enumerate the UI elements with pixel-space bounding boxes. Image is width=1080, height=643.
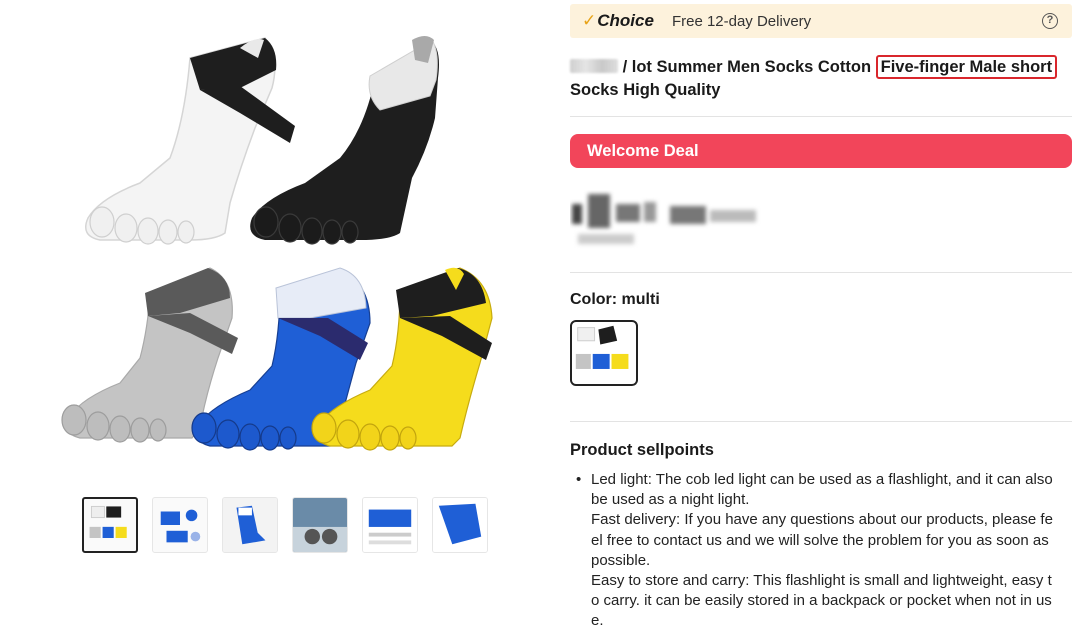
title-tail-text: Socks High Quality bbox=[570, 81, 721, 99]
question-circle-icon[interactable]: ? bbox=[1042, 13, 1058, 29]
divider bbox=[570, 116, 1072, 117]
black-sock-image bbox=[250, 36, 439, 245]
choice-badge: ✓ Choice bbox=[582, 11, 654, 31]
sellpoint-line: Led light: The cob led light can be used… bbox=[591, 471, 1053, 488]
sellpoint-line: possible. bbox=[591, 551, 651, 569]
title-highlight-box: Five-finger Male short bbox=[875, 55, 1058, 79]
divider bbox=[570, 272, 1072, 273]
sellpoint-line: el free to contact us and we will solve … bbox=[591, 531, 1049, 549]
sellpoints-title: Product sellpoints bbox=[570, 441, 714, 459]
sellpoints-item: Led light: The cob led light can be used… bbox=[576, 470, 1072, 632]
checkmark-icon: ✓ bbox=[582, 11, 597, 30]
divider bbox=[570, 421, 1072, 422]
choice-delivery-bar[interactable]: ✓ Choice Free 12-day Delivery ? bbox=[570, 4, 1072, 38]
blurred-price bbox=[572, 194, 756, 244]
thumbnail-strip bbox=[82, 497, 488, 553]
sellpoint-line: be used as a night light. bbox=[591, 491, 750, 509]
thumbnail-4[interactable] bbox=[292, 497, 348, 553]
color-label: Color: multi bbox=[570, 291, 660, 308]
main-product-image[interactable] bbox=[40, 18, 520, 478]
delivery-text: Free 12-day Delivery bbox=[671, 12, 812, 30]
sellpoints-list: Led light: The cob led light can be used… bbox=[576, 470, 1072, 632]
sellpoint-line: o carry. it can be easily stored in a ba… bbox=[591, 592, 1052, 610]
thumbnail-2[interactable] bbox=[152, 497, 208, 553]
welcome-deal-banner: Welcome Deal bbox=[570, 134, 1072, 168]
thumbnail-5[interactable] bbox=[362, 497, 418, 553]
color-swatch-multi[interactable] bbox=[570, 320, 638, 386]
sellpoint-line: Easy to store and carry: This flashlight… bbox=[591, 572, 1052, 590]
product-gallery bbox=[0, 0, 545, 643]
sellpoint-line: e. bbox=[591, 612, 604, 630]
sellpoint-line: Fast delivery: If you have any questions… bbox=[591, 511, 1053, 529]
blurred-quantity bbox=[570, 59, 618, 73]
thumbnail-1[interactable] bbox=[82, 497, 138, 553]
thumbnail-3[interactable] bbox=[222, 497, 278, 553]
product-title: / lot Summer Men Socks Cotton Five-finge… bbox=[570, 55, 1072, 102]
choice-badge-label: Choice bbox=[597, 11, 654, 30]
title-main-text: / lot Summer Men Socks Cotton bbox=[618, 58, 876, 76]
thumbnail-6[interactable] bbox=[432, 497, 488, 553]
